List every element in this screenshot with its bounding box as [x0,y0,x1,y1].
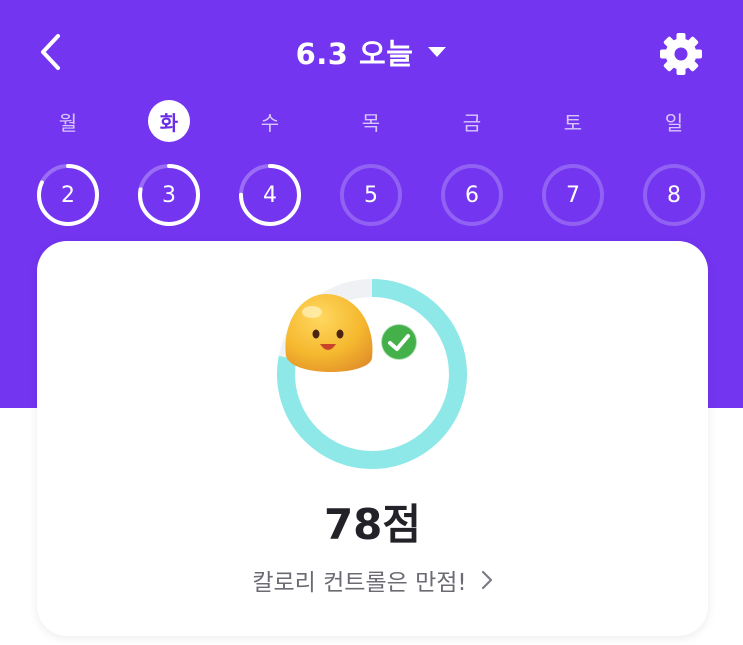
day-date-number: 4 [263,182,277,208]
day-of-week-label: 수 [260,110,280,135]
caret-down-icon [428,47,447,57]
page-title: 6.3 오늘 [295,37,414,71]
day-column: 토7 [538,100,608,230]
day-date-number: 3 [162,182,176,208]
day-column: 수4 [235,100,305,230]
day-of-week-label: 화 [148,100,190,142]
day-progress-button[interactable]: 4 [235,160,305,230]
score-message-link[interactable]: 칼로리 컨트롤은 만점! [37,563,708,597]
gear-icon [660,33,702,75]
day-progress-button[interactable]: 6 [437,160,507,230]
day-progress-button[interactable]: 8 [639,160,709,230]
day-of-week-label: 일 [664,110,684,135]
chevron-right-icon [481,570,492,590]
day-date-number: 7 [566,182,580,208]
score-card: 78점 칼로리 컨트롤은 만점! [37,241,708,636]
top-bar: 6.3 오늘 [0,0,743,100]
day-date-number: 2 [61,182,75,208]
day-progress-button[interactable]: 3 [134,160,204,230]
day-progress-button[interactable]: 7 [538,160,608,230]
check-badge-icon [380,323,418,361]
day-of-week-label: 목 [361,110,381,135]
day-column: 월2 [33,100,103,230]
score-message: 칼로리 컨트롤은 만점! [252,570,467,596]
day-column: 화3 [134,100,204,230]
day-of-week-label: 금 [462,110,482,135]
day-of-week-label: 월 [58,110,78,135]
day-date-number: 6 [465,182,479,208]
date-selector[interactable]: 6.3 오늘 [0,28,743,76]
day-column: 금6 [437,100,507,230]
day-of-week-label: 토 [563,110,583,135]
day-date-number: 8 [667,182,681,208]
day-date-number: 5 [364,182,378,208]
day-progress-button[interactable]: 2 [33,160,103,230]
smiling-blob-mascot-icon [285,294,373,372]
day-progress-button[interactable]: 5 [336,160,406,230]
settings-button[interactable] [656,29,706,79]
day-column: 목5 [336,100,406,230]
score-value: 78점 [323,500,422,549]
score-ring [274,276,470,472]
day-column: 일8 [639,100,709,230]
